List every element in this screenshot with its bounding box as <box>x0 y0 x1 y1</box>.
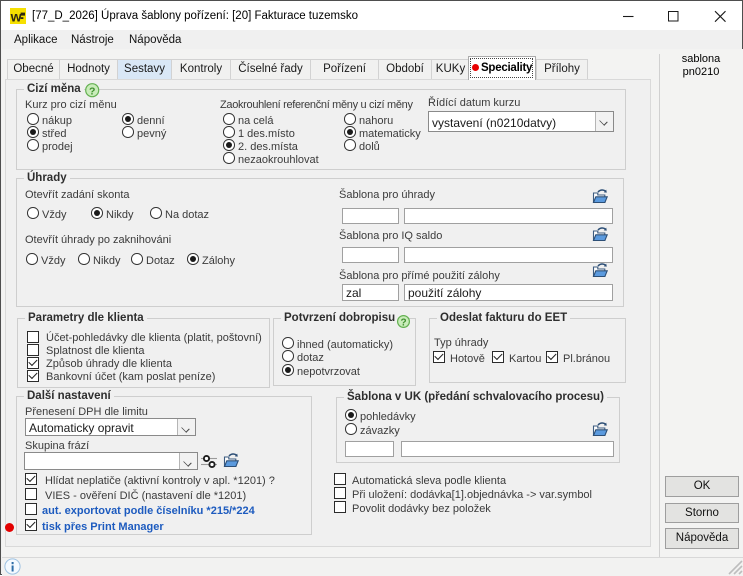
svg-text:?: ? <box>400 317 406 328</box>
svg-text:?: ? <box>89 85 95 97</box>
svg-text:w: w <box>10 9 22 25</box>
